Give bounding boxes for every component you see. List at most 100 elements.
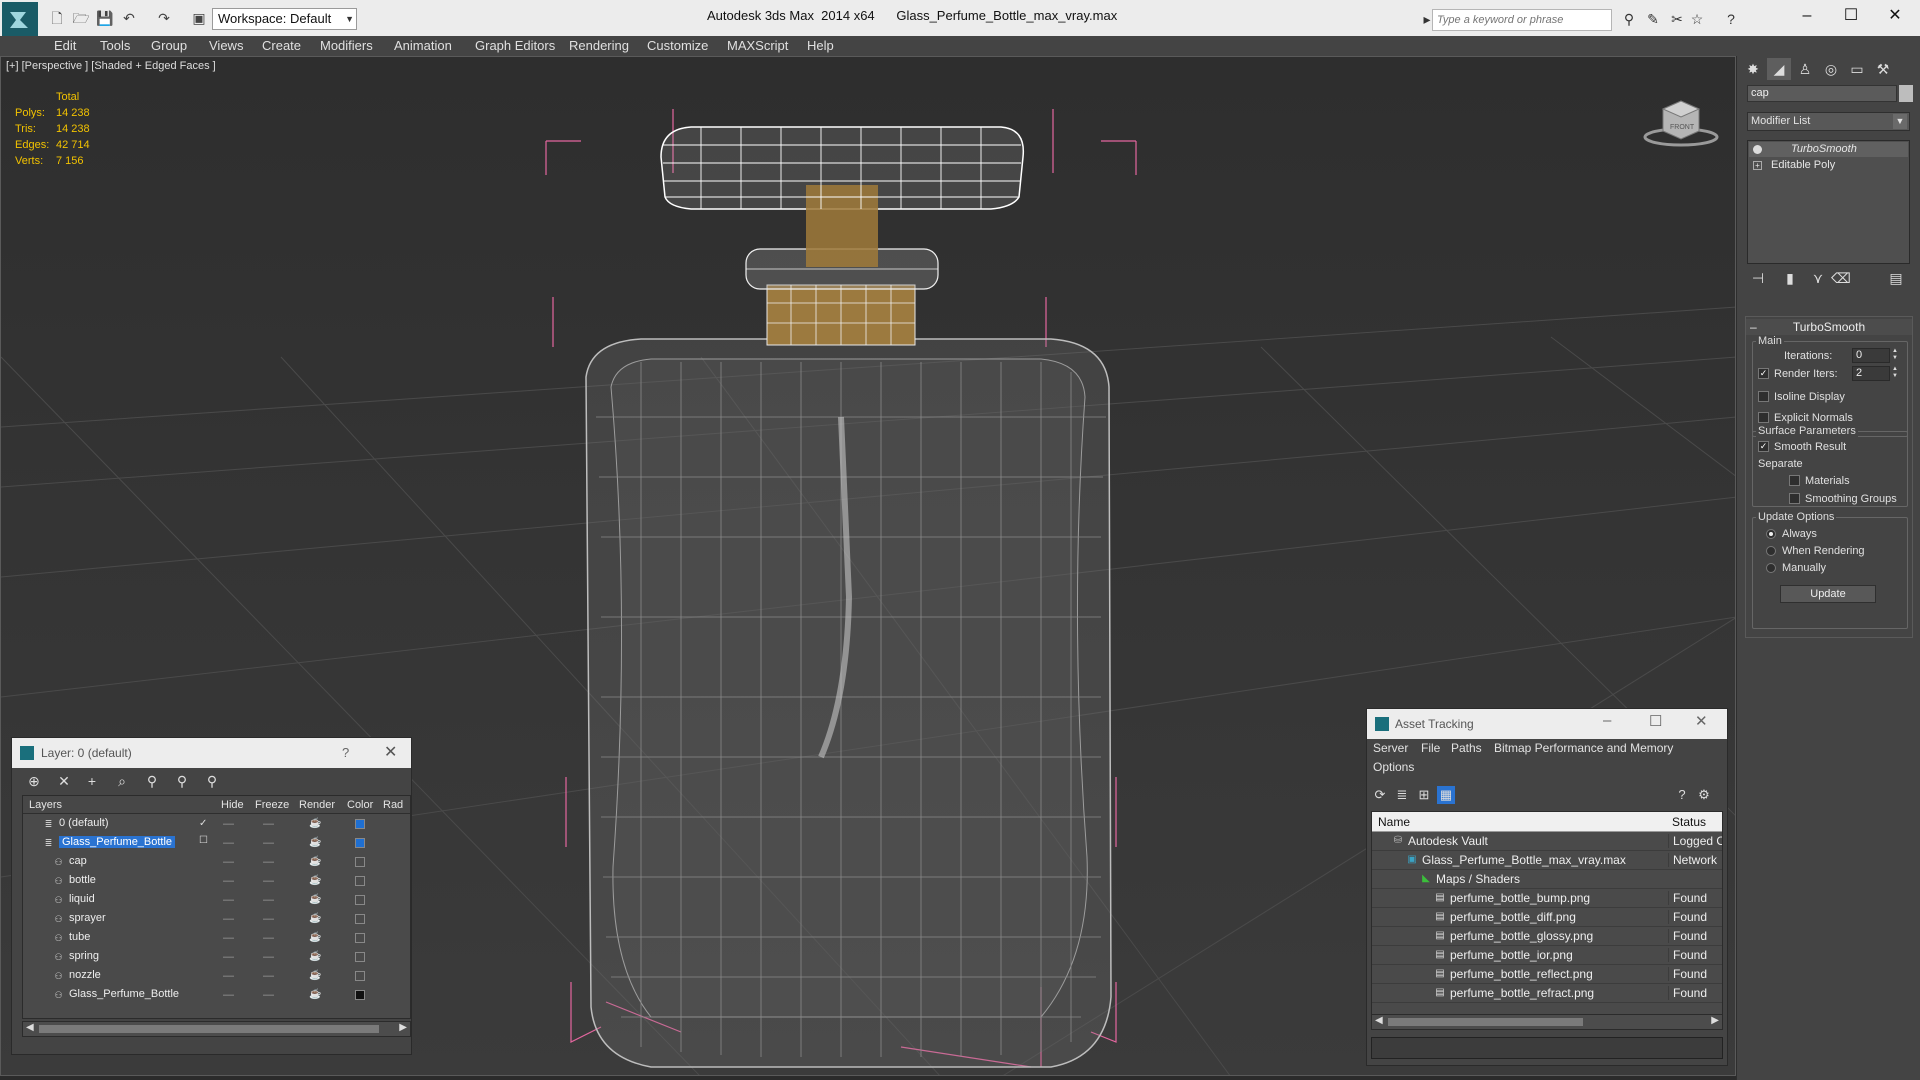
layer-row[interactable]: ≣ 0 (default) ✓ — — ☕ — [23, 815, 410, 834]
maximize-icon[interactable]: ☐ — [1649, 712, 1662, 730]
menu-paths[interactable]: Paths — [1451, 741, 1482, 755]
detail-view-icon[interactable]: ⊞ — [1415, 786, 1433, 804]
explicit-normals-checkbox[interactable] — [1758, 412, 1769, 423]
object-name-field[interactable]: cap — [1747, 85, 1897, 102]
hide-toggle[interactable]: — — [223, 989, 234, 1001]
binoculars-icon[interactable]: ⚲ — [1620, 10, 1638, 28]
utilities-tab-icon[interactable]: ⚒ — [1871, 58, 1895, 80]
configure-sets-icon[interactable]: ▤ — [1887, 270, 1905, 287]
menu-help[interactable]: Help — [807, 38, 834, 53]
delete-layer-icon[interactable]: ✕ — [54, 773, 74, 790]
asset-tracking-titlebar[interactable]: Asset Tracking – ☐ ✕ — [1367, 709, 1727, 739]
pin-stack-icon[interactable]: ⊣ — [1749, 270, 1767, 287]
menu-modifiers[interactable]: Modifiers — [320, 38, 373, 53]
col-radiosity[interactable]: Rad — [383, 799, 403, 811]
col-color[interactable]: Color — [347, 799, 373, 811]
layer-row[interactable]: ⚇ tube — — ☕ — [23, 929, 410, 948]
asset-row[interactable]: ▤ perfume_bottle_ior.png Found — [1372, 946, 1722, 965]
render-teapot-icon[interactable]: ☕ — [309, 837, 321, 848]
make-unique-icon[interactable]: ⋎ — [1809, 270, 1827, 287]
render-iters-checkbox[interactable]: ✓ — [1758, 368, 1769, 379]
communication-center-icon[interactable]: ✎ — [1644, 10, 1662, 28]
scroll-left-icon[interactable]: ◀ — [1375, 1015, 1383, 1026]
asset-row[interactable]: ▤ perfume_bottle_diff.png Found — [1372, 908, 1722, 927]
object-color-swatch[interactable] — [1899, 85, 1913, 102]
layer-row[interactable]: ⚇ cap — — ☕ — [23, 853, 410, 872]
viewport-label[interactable]: [+] [Perspective ] [Shaded + Edged Faces… — [6, 60, 216, 72]
asset-row[interactable]: ▤ perfume_bottle_refract.png Found — [1372, 984, 1722, 1003]
layer-color-swatch[interactable] — [355, 895, 365, 905]
freeze-all-layers-icon[interactable]: ⚲ — [202, 773, 222, 790]
menu-tools[interactable]: Tools — [100, 38, 130, 53]
menu-views[interactable]: Views — [209, 38, 243, 53]
lightbulb-icon[interactable] — [1753, 145, 1762, 154]
layer-color-swatch[interactable] — [355, 838, 365, 848]
save-file-icon[interactable]: 💾 — [96, 9, 114, 27]
stack-item-editable-poly[interactable]: + Editable Poly — [1749, 158, 1908, 173]
layer-color-swatch[interactable] — [355, 819, 365, 829]
close-icon[interactable]: ✕ — [1695, 712, 1708, 730]
create-layer-icon[interactable]: ⊕ — [24, 773, 44, 790]
col-freeze[interactable]: Freeze — [255, 799, 289, 811]
favorites-star-icon[interactable]: ☆ — [1688, 10, 1706, 28]
asset-row[interactable]: ▤ perfume_bottle_glossy.png Found — [1372, 927, 1722, 946]
freeze-toggle[interactable]: — — [263, 875, 274, 887]
layer-color-swatch[interactable] — [355, 990, 365, 1000]
iterations-spinner[interactable]: 0 — [1852, 348, 1890, 363]
layer-color-swatch[interactable] — [355, 933, 365, 943]
horizontal-scrollbar[interactable]: ◀ ▶ — [22, 1021, 411, 1037]
hide-toggle[interactable]: — — [223, 837, 234, 849]
render-teapot-icon[interactable]: ☕ — [309, 856, 321, 867]
select-objects-icon[interactable]: ⌕ — [112, 773, 132, 790]
layer-row[interactable]: ⚇ sprayer — — ☕ — [23, 910, 410, 929]
layer-row[interactable]: ⚇ bottle — — ☕ — [23, 872, 410, 891]
help-icon[interactable]: ? — [1673, 786, 1691, 804]
refresh-icon[interactable]: ⟳ — [1371, 786, 1389, 804]
menu-create[interactable]: Create — [262, 38, 301, 53]
search-input[interactable] — [1432, 9, 1612, 31]
scrollbar-thumb[interactable] — [39, 1025, 379, 1033]
menu-graph-editors[interactable]: Graph Editors — [475, 38, 555, 53]
hide-all-layers-icon[interactable]: ⚲ — [172, 773, 192, 790]
freeze-toggle[interactable]: — — [263, 894, 274, 906]
freeze-toggle[interactable]: — — [263, 818, 274, 830]
layer-color-swatch[interactable] — [355, 857, 365, 867]
materials-checkbox[interactable] — [1789, 475, 1800, 486]
current-layer-check-icon[interactable]: ✓ — [199, 818, 207, 829]
hide-toggle[interactable]: — — [223, 894, 234, 906]
close-icon[interactable]: ✕ — [384, 742, 397, 762]
layer-color-swatch[interactable] — [355, 876, 365, 886]
hide-toggle[interactable]: — — [223, 951, 234, 963]
menu-file[interactable]: File — [1421, 741, 1440, 755]
col-layers[interactable]: Layers — [29, 799, 62, 811]
menu-options[interactable]: Options — [1373, 760, 1414, 774]
table-view-icon[interactable]: ▦ — [1437, 786, 1455, 804]
layer-row[interactable]: ⚇ nozzle — — ☕ — [23, 967, 410, 986]
hierarchy-tab-icon[interactable]: ♙ — [1793, 58, 1817, 80]
render-teapot-icon[interactable]: ☕ — [309, 989, 321, 1000]
render-teapot-icon[interactable]: ☕ — [309, 932, 321, 943]
remove-modifier-icon[interactable]: ⌫ — [1831, 270, 1851, 287]
spinner-arrows-icon[interactable]: ▲ ▼ — [1891, 366, 1899, 381]
set-current-icon[interactable]: ☐ — [199, 835, 208, 846]
layer-color-swatch[interactable] — [355, 952, 365, 962]
asset-row[interactable]: ◣ Maps / Shaders — [1372, 870, 1722, 889]
modify-tab-icon[interactable]: ◢ — [1767, 58, 1791, 80]
workspace-dropdown[interactable]: Workspace: Default ▼ — [212, 8, 357, 30]
subscription-icon[interactable]: ✂ — [1668, 10, 1686, 28]
menu-group[interactable]: Group — [151, 38, 187, 53]
manually-radio[interactable] — [1766, 563, 1776, 573]
minimize-icon[interactable]: – — [1784, 2, 1830, 30]
render-teapot-icon[interactable]: ☕ — [309, 970, 321, 981]
asset-row[interactable]: ⛁ Autodesk Vault Logged O — [1372, 832, 1722, 851]
open-file-icon[interactable]: 🗁 — [72, 9, 90, 27]
viewcube-icon[interactable]: FRONT — [1641, 93, 1721, 153]
hide-toggle[interactable]: — — [223, 970, 234, 982]
freeze-toggle[interactable]: — — [263, 989, 274, 1001]
redo-icon[interactable]: ↷ — [155, 9, 173, 27]
menu-rendering[interactable]: Rendering — [569, 38, 629, 53]
maximize-icon[interactable]: ☐ — [1828, 2, 1874, 30]
freeze-toggle[interactable]: — — [263, 913, 274, 925]
add-to-layer-icon[interactable]: + — [82, 773, 102, 789]
help-icon[interactable]: ? — [1722, 10, 1740, 28]
